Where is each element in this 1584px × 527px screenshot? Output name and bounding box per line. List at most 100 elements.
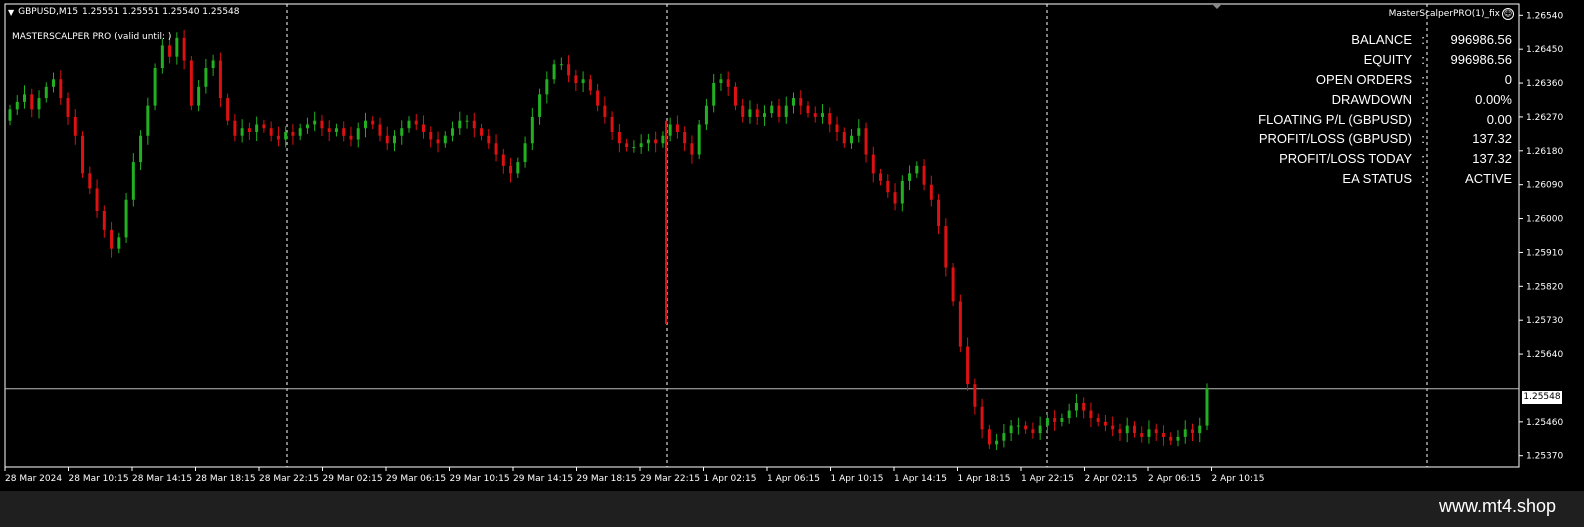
ea-name-label[interactable]: MasterScalperPRO(1)_fix ☺ [1389, 8, 1514, 20]
info-row: OPEN ORDERS: 0 [1112, 70, 1512, 90]
scroll-marker-icon [1212, 4, 1222, 9]
candle-body [233, 120, 237, 136]
candle-body [944, 226, 948, 268]
x-tick-label: 1 Apr 14:15 [894, 474, 947, 484]
candle-body [1176, 436, 1180, 441]
candle-body [349, 135, 353, 140]
candle-body [363, 120, 367, 129]
ea-name-text: MasterScalperPRO(1)_fix [1388, 9, 1500, 19]
info-sep: : [1421, 131, 1425, 147]
candle-body [1154, 429, 1158, 434]
candle-body [828, 113, 832, 125]
candle-body [755, 109, 759, 117]
info-value: 137.32 [1472, 131, 1512, 147]
candle-body [458, 120, 462, 129]
x-tick-label: 28 Mar 10:15 [69, 474, 129, 484]
candle-body [596, 90, 600, 106]
candle-body [1161, 433, 1165, 437]
dropdown-triangle-icon[interactable]: ▼ [8, 8, 14, 17]
info-row: PROFIT/LOSS TODAY: 137.32 [1112, 149, 1512, 169]
x-tick-label: 1 Apr 10:15 [831, 474, 884, 484]
candle-body [436, 139, 440, 144]
candle-body [1009, 425, 1013, 434]
candle-body [240, 128, 244, 136]
candle-body [871, 154, 875, 174]
x-tick-label: 1 Apr 18:15 [958, 474, 1011, 484]
candle-body [320, 120, 324, 129]
candle-body [1111, 425, 1115, 430]
info-label: EQUITY [1363, 52, 1412, 68]
info-label: OPEN ORDERS [1315, 71, 1412, 87]
candle-body [516, 162, 520, 174]
smiley-icon: ☺ [1502, 8, 1514, 20]
candle-body [422, 124, 426, 132]
candle-body [400, 128, 404, 136]
info-row: EQUITY: 996986.56 [1112, 50, 1512, 70]
info-value: 0.00 [1486, 111, 1512, 127]
candle-body [1140, 433, 1144, 437]
candle-body [342, 128, 346, 136]
candle-body [392, 135, 396, 144]
candle-body [973, 384, 977, 407]
candle-body [414, 120, 418, 125]
candle-body [1169, 436, 1173, 441]
candle-body [821, 113, 825, 117]
info-label: EA STATUS [1342, 170, 1412, 186]
candle-body [472, 120, 476, 129]
candle-body [806, 105, 810, 114]
x-tick-label: 28 Mar 22:15 [259, 474, 319, 484]
candle-body [102, 211, 106, 230]
candle-body [255, 124, 259, 132]
candle-body [748, 109, 752, 117]
info-value: 0.00% [1475, 91, 1512, 107]
y-tick-label: 1.26360 [1526, 79, 1563, 89]
candle-body [1045, 418, 1049, 426]
candle-body [1067, 410, 1071, 419]
candle-body [509, 165, 513, 174]
candle-body [900, 180, 904, 204]
candle-body [1125, 425, 1129, 434]
candle-body [59, 79, 63, 99]
x-tick-label: 1 Apr 06:15 [767, 474, 820, 484]
candle-body [44, 86, 48, 99]
chart-header: ▼ GBPUSD,M15 1.25551 1.25551 1.25540 1.2… [8, 7, 240, 17]
candle-body [8, 109, 12, 121]
candle-body [937, 199, 941, 227]
info-label: FLOATING P/L (GBPUSD) [1258, 111, 1412, 127]
candle-body [1060, 418, 1064, 422]
candle-body [951, 267, 955, 302]
x-tick-label: 1 Apr 22:15 [1021, 474, 1074, 484]
candle-body [995, 440, 999, 445]
candle-body [1031, 429, 1035, 434]
y-tick-label: 1.25640 [1526, 350, 1563, 360]
candle-body [110, 229, 114, 249]
candle-body [305, 124, 309, 129]
candle-body [668, 124, 672, 136]
candle-body [857, 128, 861, 136]
candle-body [52, 79, 56, 87]
candle-body [675, 124, 679, 132]
candle-body [501, 154, 505, 166]
candle-body [371, 120, 375, 125]
y-tick-label: 1.26000 [1526, 215, 1563, 225]
candle-body [95, 188, 99, 212]
candle-body [218, 60, 222, 99]
info-sep: : [1421, 91, 1425, 107]
candle-body [153, 67, 157, 106]
candle-body [603, 105, 607, 117]
x-tick-label: 28 Mar 14:15 [132, 474, 192, 484]
info-value: 137.32 [1472, 151, 1512, 167]
candle-body [160, 45, 164, 68]
y-tick-label: 1.26450 [1526, 45, 1563, 55]
info-sep: : [1421, 170, 1425, 186]
candle-body [799, 98, 803, 106]
candle-body [661, 135, 665, 144]
candle-body [1074, 403, 1078, 411]
candle-body [226, 98, 230, 121]
candle-body [958, 301, 962, 347]
candle-body [66, 98, 70, 117]
x-tick-label: 28 Mar 18:15 [196, 474, 256, 484]
candle-body [276, 135, 280, 140]
candle-body [908, 173, 912, 181]
x-tick-label: 2 Apr 02:15 [1085, 474, 1138, 484]
